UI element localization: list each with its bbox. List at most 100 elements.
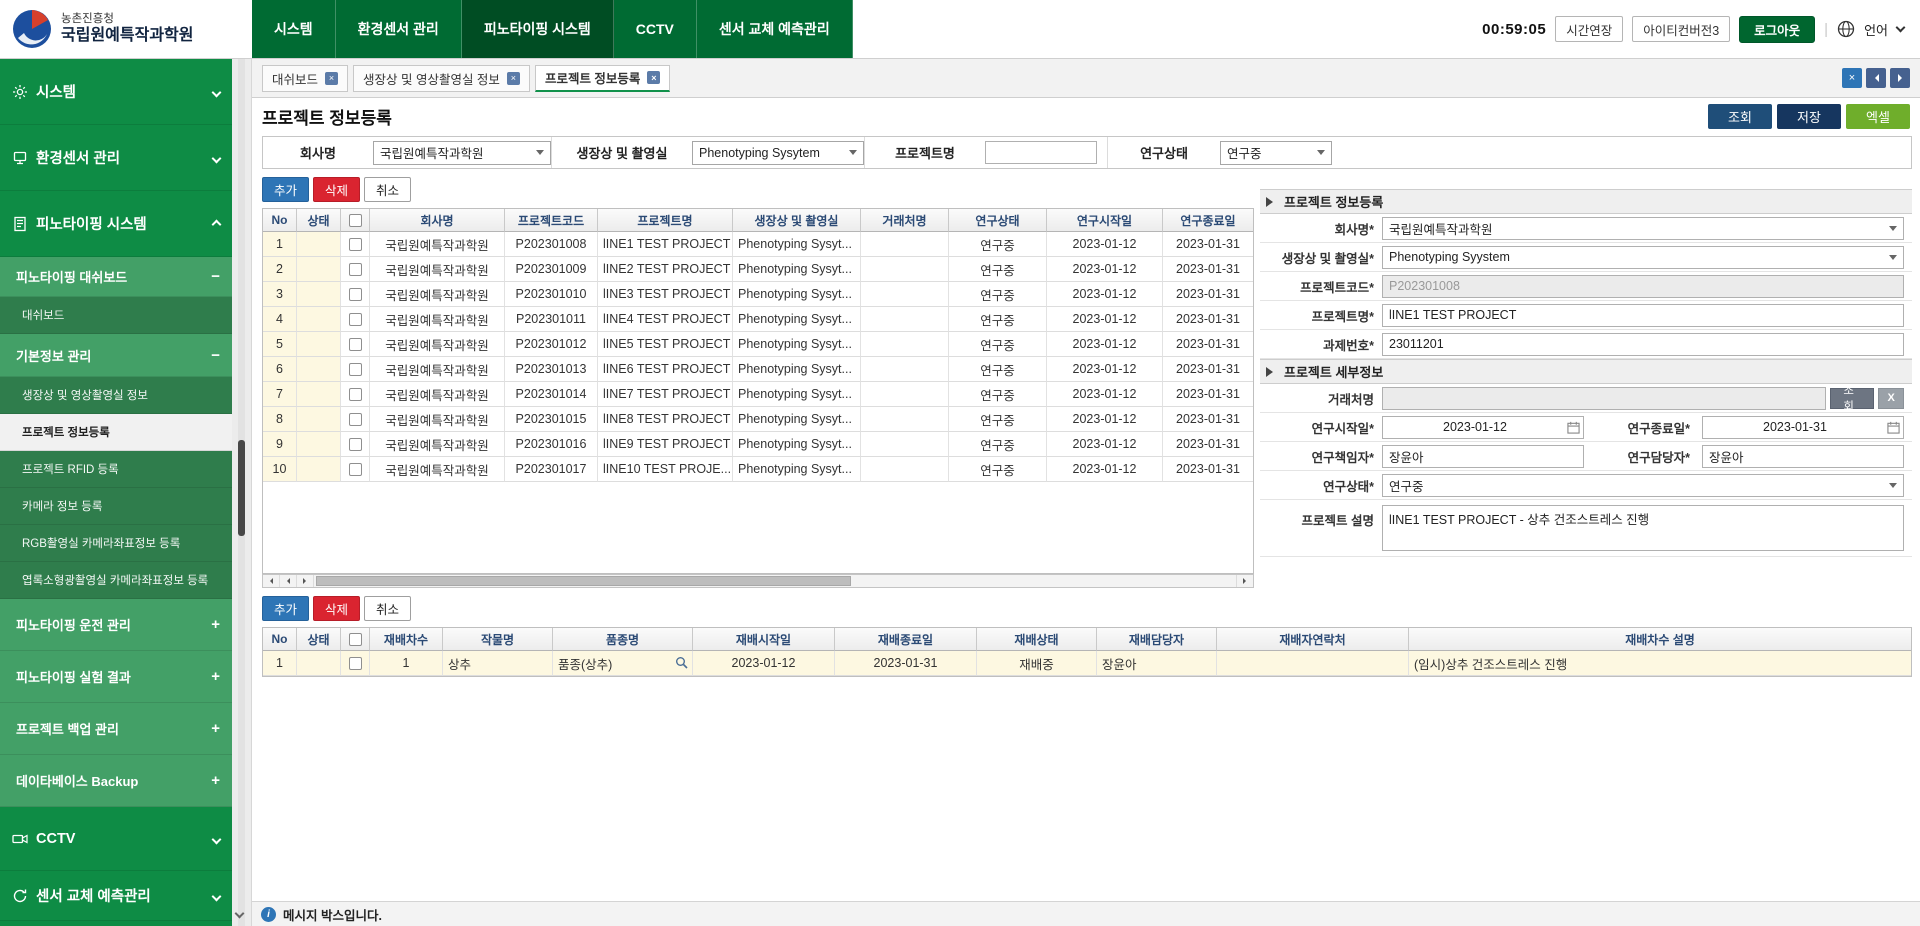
tab-close-icon[interactable]: × xyxy=(507,72,520,85)
filter-company-select[interactable]: 국립원예특작과학원 xyxy=(373,141,551,165)
sidebar-item-cctv[interactable]: CCTV xyxy=(0,807,232,871)
sidebar-group-pheno-operation[interactable]: 피노타이핑 운전 관리 + xyxy=(0,599,232,651)
extend-time-button[interactable]: 시간연장 xyxy=(1555,16,1623,42)
sidebar-item-sensor-replace[interactable]: 센서 교체 예측관리 xyxy=(0,871,232,921)
search-button[interactable]: 조회 xyxy=(1708,104,1772,129)
sidebar-item-env-sensor[interactable]: 환경센서 관리 xyxy=(0,125,232,191)
row-checkbox-cell[interactable] xyxy=(341,257,370,282)
filter-status-select[interactable]: 연구중 xyxy=(1220,141,1332,165)
row-checkbox-cell[interactable] xyxy=(341,357,370,382)
tab-close-icon[interactable]: × xyxy=(325,72,338,85)
end-date-field[interactable] xyxy=(1702,416,1904,439)
nav-system[interactable]: 시스템 xyxy=(252,0,336,58)
sidebar-item-rgb-camera-coord[interactable]: RGB촬영실 카메라좌표정보 등록 xyxy=(0,525,232,562)
language-label[interactable]: 언어 xyxy=(1864,20,1888,39)
add-button[interactable]: 추가 xyxy=(262,177,309,202)
tab-dashboard[interactable]: 대쉬보드 × xyxy=(262,65,348,92)
row-checkbox-cell[interactable] xyxy=(341,232,370,257)
lead-researcher-field[interactable] xyxy=(1382,445,1584,468)
sidebar-item-system[interactable]: 시스템 xyxy=(0,59,232,125)
table-row[interactable]: 10 국립원예특작과학원 P202301017 lINE10 TEST PROJ… xyxy=(263,457,1253,482)
task-number-field[interactable] xyxy=(1382,333,1904,356)
search-icon[interactable] xyxy=(675,656,688,669)
company-select[interactable]: 국립원예특작과학원 xyxy=(1382,217,1904,240)
table-row[interactable]: 7 국립원예특작과학원 P202301014 lINE7 TEST PROJEC… xyxy=(263,382,1253,407)
sidebar-group-database-backup[interactable]: 데이타베이스 Backup + xyxy=(0,755,232,807)
delete-button[interactable]: 삭제 xyxy=(313,177,360,202)
description-field[interactable]: lINE1 TEST PROJECT - 상추 건조스트레스 진행 xyxy=(1382,505,1904,551)
sidebar-item-dashboard[interactable]: 대쉬보드 xyxy=(0,297,232,334)
scroll-right-icon[interactable] xyxy=(1236,575,1253,587)
scroll-left-icon[interactable] xyxy=(280,575,297,587)
research-status-select[interactable]: 연구중 xyxy=(1382,474,1904,497)
variety-cell[interactable]: 품종(상추) xyxy=(553,651,693,676)
nav-sensor-replace[interactable]: 센서 교체 예측관리 xyxy=(697,0,853,58)
chamber-select[interactable]: Phenotyping Syystem xyxy=(1382,246,1904,269)
cancel-button[interactable]: 취소 xyxy=(364,177,411,202)
nav-cctv[interactable]: CCTV xyxy=(614,0,697,58)
project-name-field[interactable] xyxy=(1382,304,1904,327)
start-date-field[interactable] xyxy=(1382,416,1584,439)
row-checkbox-cell[interactable] xyxy=(341,382,370,407)
table-row[interactable]: 4 국립원예특작과학원 P202301011 lINE4 TEST PROJEC… xyxy=(263,307,1253,332)
table-row[interactable]: 9 국립원예특작과학원 P202301016 lINE9 TEST PROJEC… xyxy=(263,432,1253,457)
scroll-step-right-icon[interactable] xyxy=(297,575,314,587)
nav-phenotyping[interactable]: 피노타이핑 시스템 xyxy=(462,0,614,58)
tab-scroll-left-icon[interactable] xyxy=(1866,68,1886,88)
row-checkbox-cell[interactable] xyxy=(341,457,370,482)
sidebar-item-phenotyping[interactable]: 피노타이핑 시스템 xyxy=(0,191,232,257)
tab-project-register[interactable]: 프로젝트 정보등록 × xyxy=(535,65,670,92)
sidebar-item-growth-chamber-info[interactable]: 생장상 및 영상촬영실 정보 xyxy=(0,377,232,414)
tab-scroll-right-icon[interactable] xyxy=(1890,68,1910,88)
excel-button[interactable]: 엑셀 xyxy=(1846,104,1910,129)
sidebar-group-pheno-experiment[interactable]: 피노타이핑 실험 결과 + xyxy=(0,651,232,703)
row-checkbox-cell[interactable] xyxy=(341,282,370,307)
tab-close-icon[interactable]: × xyxy=(647,71,660,84)
scrollbar-thumb[interactable] xyxy=(316,576,851,586)
globe-icon[interactable] xyxy=(1837,20,1855,38)
row-checkbox-cell[interactable] xyxy=(341,407,370,432)
row-checkbox-cell[interactable] xyxy=(341,332,370,357)
table-row[interactable]: 5 국립원예특작과학원 P202301012 lINE5 TEST PROJEC… xyxy=(263,332,1253,357)
sidebar-group-project-backup[interactable]: 프로젝트 백업 관리 + xyxy=(0,703,232,755)
calendar-icon[interactable] xyxy=(1567,421,1580,434)
row-checkbox-cell[interactable] xyxy=(341,432,370,457)
close-all-tabs-icon[interactable]: × xyxy=(1842,68,1862,88)
client-clear-button[interactable]: X xyxy=(1878,388,1904,409)
horizontal-scrollbar[interactable] xyxy=(262,574,1254,588)
table-row[interactable]: 2 국립원예특작과학원 P202301009 lINE2 TEST PROJEC… xyxy=(263,257,1253,282)
col-select-all[interactable] xyxy=(341,209,370,232)
scroll-first-icon[interactable] xyxy=(263,575,280,587)
table-row[interactable]: 3 국립원예특작과학원 P202301010 lINE3 TEST PROJEC… xyxy=(263,282,1253,307)
scrollbar-track[interactable] xyxy=(314,575,1236,587)
row-checkbox-cell[interactable] xyxy=(341,651,370,676)
filter-project-input[interactable] xyxy=(985,141,1097,164)
save-button[interactable]: 저장 xyxy=(1777,104,1841,129)
filter-chamber-select[interactable]: Phenotyping Sysytem xyxy=(692,141,864,165)
sidebar-item-project-register[interactable]: 프로젝트 정보등록 xyxy=(0,414,232,451)
client-search-button[interactable]: 조회 xyxy=(1830,388,1874,409)
sidebar-item-project-rfid[interactable]: 프로젝트 RFID 등록 xyxy=(0,451,232,488)
language-chevron-down-icon[interactable] xyxy=(1896,23,1906,33)
col-select-all[interactable] xyxy=(341,628,370,651)
sidebar-item-chlorophyll-camera-coord[interactable]: 엽록소형광촬영실 카메라좌표정보 등록 xyxy=(0,562,232,599)
user-button[interactable]: 아이티컨버전3 xyxy=(1632,16,1730,42)
manager-field[interactable] xyxy=(1702,445,1904,468)
cancel-button[interactable]: 취소 xyxy=(364,596,411,621)
calendar-icon[interactable] xyxy=(1887,421,1900,434)
logout-button[interactable]: 로그아웃 xyxy=(1739,16,1815,43)
sidebar-splitter[interactable] xyxy=(232,59,252,926)
tab-growth-chamber-info[interactable]: 생장상 및 영상촬영실 정보 × xyxy=(353,65,530,92)
nav-env-sensor[interactable]: 환경센서 관리 xyxy=(336,0,462,58)
table-row[interactable]: 6 국립원예특작과학원 P202301013 lINE6 TEST PROJEC… xyxy=(263,357,1253,382)
sidebar-item-camera-info[interactable]: 카메라 정보 등록 xyxy=(0,488,232,525)
vertical-scrollbar-thumb[interactable] xyxy=(238,440,245,536)
table-row[interactable]: 1 국립원예특작과학원 P202301008 lINE1 TEST PROJEC… xyxy=(263,232,1253,257)
table-row[interactable]: 1 1 상추 품종(상추) 2023-01-12 2023-01-31 재 xyxy=(263,651,1911,676)
row-checkbox-cell[interactable] xyxy=(341,307,370,332)
add-button[interactable]: 추가 xyxy=(262,596,309,621)
sidebar-group-basic-info[interactable]: 기본정보 관리 − xyxy=(0,334,232,377)
delete-button[interactable]: 삭제 xyxy=(313,596,360,621)
sidebar-group-pheno-dashboard[interactable]: 피노타이핑 대쉬보드 − xyxy=(0,257,232,297)
table-row[interactable]: 8 국립원예특작과학원 P202301015 lINE8 TEST PROJEC… xyxy=(263,407,1253,432)
